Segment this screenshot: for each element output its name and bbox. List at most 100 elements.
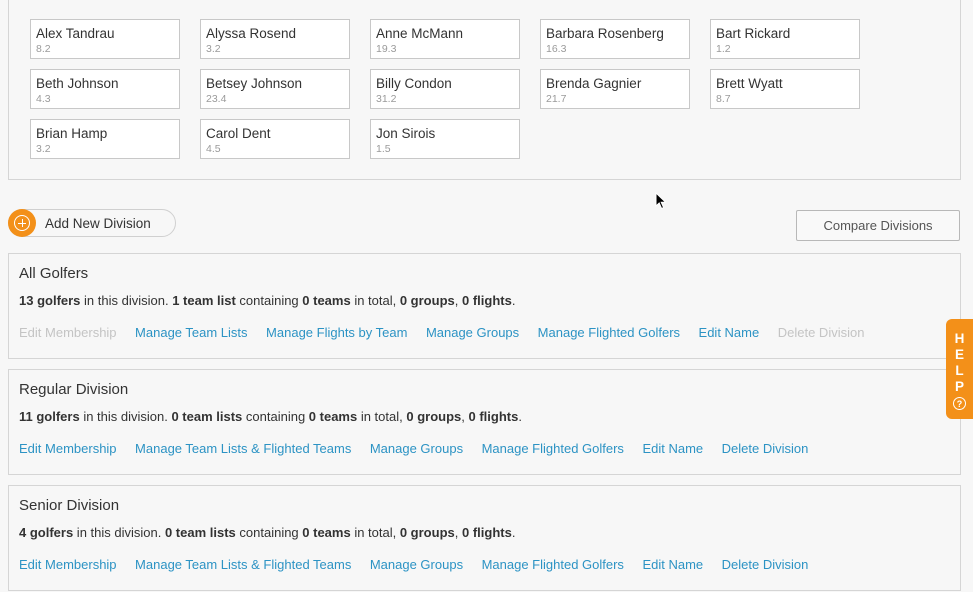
division-panel-all-golfers: All Golfers 13 golfers in this division.…: [8, 253, 961, 359]
golfer-handicap: 4.5: [206, 143, 221, 155]
golfer-name: Carol Dent: [206, 126, 271, 141]
mouse-pointer-icon: [655, 192, 667, 210]
golfer-name: Bart Rickard: [716, 26, 791, 41]
golfer-handicap: 21.7: [546, 93, 567, 105]
team-count: 0 teams: [302, 525, 351, 540]
golfer-name: Brenda Gagnier: [546, 76, 642, 91]
golfer-card[interactable]: Beth Johnson 4.3: [30, 69, 180, 109]
golfer-card[interactable]: Betsey Johnson 23.4: [200, 69, 350, 109]
summary-text: ,: [454, 525, 462, 540]
manage-groups-link[interactable]: Manage Groups: [370, 441, 463, 456]
golfer-card[interactable]: Barbara Rosenberg 16.3: [540, 19, 690, 59]
help-letter: E: [954, 347, 964, 362]
flight-count: 0 flights: [468, 409, 519, 424]
division-summary: 11 golfers in this division. 0 team list…: [19, 409, 522, 424]
golfer-card[interactable]: Carol Dent 4.5: [200, 119, 350, 159]
summary-text: in this division.: [79, 409, 172, 424]
team-list-count: 0 team lists: [164, 525, 236, 540]
golfer-handicap: 3.2: [206, 43, 221, 55]
manage-groups-link[interactable]: Manage Groups: [426, 325, 519, 340]
golfer-handicap: 16.3: [546, 43, 567, 55]
manage-flighted-golfers-link[interactable]: Manage Flighted Golfers: [482, 441, 624, 456]
golfer-handicap: 31.2: [376, 93, 397, 105]
manage-team-lists-flighted-teams-link[interactable]: Manage Team Lists & Flighted Teams: [135, 557, 351, 572]
summary-text: .: [511, 525, 516, 540]
help-tab[interactable]: H E L P ?: [946, 319, 973, 419]
manage-flighted-golfers-link[interactable]: Manage Flighted Golfers: [538, 325, 680, 340]
summary-text: ,: [461, 409, 469, 424]
summary-text: in this division.: [73, 525, 165, 540]
golfer-name: Brett Wyatt: [716, 76, 783, 91]
add-new-division-button[interactable]: Add New Division: [8, 209, 176, 237]
golfer-card[interactable]: Alyssa Rosend 3.2: [200, 19, 350, 59]
golfer-name: Billy Condon: [376, 76, 452, 91]
compare-divisions-button[interactable]: Compare Divisions: [796, 210, 960, 241]
team-count: 0 teams: [302, 293, 351, 308]
golfer-handicap: 8.2: [36, 43, 51, 55]
edit-name-link[interactable]: Edit Name: [699, 325, 760, 340]
division-actions: Edit Membership Manage Team Lists & Flig…: [19, 557, 808, 572]
summary-text: containing: [235, 525, 303, 540]
golfer-card[interactable]: Brenda Gagnier 21.7: [540, 69, 690, 109]
flight-count: 0 flights: [461, 525, 512, 540]
division-panel-senior: Senior Division 4 golfers in this divisi…: [8, 485, 961, 591]
edit-membership-link[interactable]: Edit Membership: [19, 441, 117, 456]
edit-name-link[interactable]: Edit Name: [642, 441, 703, 456]
flight-count: 0 flights: [461, 293, 512, 308]
group-count: 0 groups: [399, 525, 455, 540]
division-actions: Edit Membership Manage Team Lists Manage…: [19, 325, 864, 340]
golfer-handicap: 23.4: [206, 93, 227, 105]
golfer-card[interactable]: Brett Wyatt 8.7: [710, 69, 860, 109]
division-name: All Golfers: [19, 265, 89, 282]
help-letter: L: [955, 363, 964, 378]
delete-division-link: Delete Division: [777, 325, 865, 340]
golfer-card[interactable]: Brian Hamp 3.2: [30, 119, 180, 159]
golfer-list-panel: Alex Tandrau 8.2 Alyssa Rosend 3.2 Anne Mc…: [8, 0, 961, 180]
add-new-division-label: Add New Division: [45, 215, 151, 231]
division-name: Regular Division: [19, 381, 129, 398]
team-list-count: 0 team lists: [171, 409, 243, 424]
golfer-grid: Alex Tandrau 8.2 Alyssa Rosend 3.2 Anne Mc…: [30, 19, 860, 159]
golfer-card[interactable]: Bart Rickard 1.2: [710, 19, 860, 59]
help-letter: P: [954, 379, 964, 394]
manage-groups-link[interactable]: Manage Groups: [370, 557, 463, 572]
golfer-name: Beth Johnson: [36, 76, 119, 91]
summary-text: .: [518, 409, 522, 424]
add-circle-icon[interactable]: [8, 209, 36, 237]
team-count: 0 teams: [308, 409, 358, 424]
golfer-count: 13 golfers: [19, 293, 81, 308]
golfer-handicap: 19.3: [376, 43, 397, 55]
question-circle-icon: ?: [953, 397, 966, 410]
golfer-card[interactable]: Alex Tandrau 8.2: [30, 19, 180, 59]
golfer-card[interactable]: Jon Sirois 1.5: [370, 119, 520, 159]
summary-text: .: [511, 293, 516, 308]
golfer-handicap: 1.5: [376, 143, 391, 155]
group-count: 0 groups: [406, 409, 462, 424]
delete-division-link[interactable]: Delete Division: [722, 557, 809, 572]
manage-flights-by-team-link[interactable]: Manage Flights by Team: [266, 325, 407, 340]
group-count: 0 groups: [399, 293, 455, 308]
manage-team-lists-link[interactable]: Manage Team Lists: [135, 325, 248, 340]
manage-flighted-golfers-link[interactable]: Manage Flighted Golfers: [482, 557, 624, 572]
golfer-name: Jon Sirois: [376, 126, 436, 141]
division-summary: 4 golfers in this division. 0 team lists…: [19, 525, 515, 540]
summary-text: in total,: [350, 525, 400, 540]
manage-team-lists-flighted-teams-link[interactable]: Manage Team Lists & Flighted Teams: [135, 441, 351, 456]
golfer-count: 11 golfers: [19, 409, 80, 424]
golfer-name: Betsey Johnson: [206, 76, 303, 91]
golfer-count: 4 golfers: [19, 525, 74, 540]
golfer-card[interactable]: Anne McMann 19.3: [370, 19, 520, 59]
division-actions: Edit Membership Manage Team Lists & Flig…: [19, 441, 808, 456]
edit-name-link[interactable]: Edit Name: [642, 557, 703, 572]
division-panel-regular: Regular Division 11 golfers in this divi…: [8, 369, 961, 475]
division-summary: 13 golfers in this division. 1 team list…: [19, 293, 515, 308]
help-letter: H: [954, 331, 965, 346]
golfer-card[interactable]: Billy Condon 31.2: [370, 69, 520, 109]
golfer-handicap: 3.2: [36, 143, 51, 155]
edit-membership-link[interactable]: Edit Membership: [19, 557, 117, 572]
delete-division-link[interactable]: Delete Division: [722, 441, 809, 456]
edit-membership-link: Edit Membership: [19, 325, 117, 340]
golfer-name: Brian Hamp: [36, 126, 108, 141]
summary-text: containing: [242, 409, 309, 424]
golfer-name: Alex Tandrau: [36, 26, 115, 41]
